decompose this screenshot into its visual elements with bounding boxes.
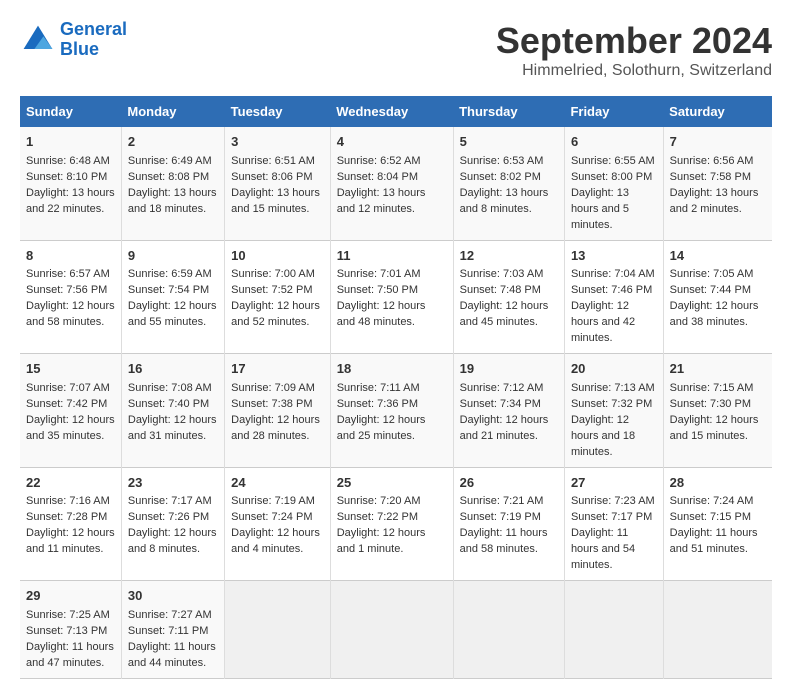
day-number: 25	[337, 474, 447, 493]
day-number: 26	[460, 474, 558, 493]
calendar-cell	[564, 581, 663, 679]
calendar-cell: 22Sunrise: 7:16 AM Sunset: 7:28 PM Dayli…	[20, 467, 121, 581]
calendar-week-row: 1Sunrise: 6:48 AM Sunset: 8:10 PM Daylig…	[20, 127, 772, 240]
calendar-cell	[453, 581, 564, 679]
calendar-cell: 2Sunrise: 6:49 AM Sunset: 8:08 PM Daylig…	[121, 127, 224, 240]
day-number: 1	[26, 133, 115, 152]
calendar-cell: 18Sunrise: 7:11 AM Sunset: 7:36 PM Dayli…	[330, 354, 453, 468]
title-section: September 2024 Himmelried, Solothurn, Sw…	[496, 20, 772, 80]
calendar-cell: 15Sunrise: 7:07 AM Sunset: 7:42 PM Dayli…	[20, 354, 121, 468]
day-number: 7	[670, 133, 766, 152]
day-number: 10	[231, 247, 324, 266]
header-row: Sunday Monday Tuesday Wednesday Thursday…	[20, 96, 772, 127]
calendar-cell: 7Sunrise: 6:56 AM Sunset: 7:58 PM Daylig…	[663, 127, 772, 240]
day-number: 20	[571, 360, 657, 379]
calendar-week-row: 22Sunrise: 7:16 AM Sunset: 7:28 PM Dayli…	[20, 467, 772, 581]
calendar-cell: 25Sunrise: 7:20 AM Sunset: 7:22 PM Dayli…	[330, 467, 453, 581]
calendar-cell: 26Sunrise: 7:21 AM Sunset: 7:19 PM Dayli…	[453, 467, 564, 581]
calendar-cell: 17Sunrise: 7:09 AM Sunset: 7:38 PM Dayli…	[225, 354, 331, 468]
calendar-cell: 28Sunrise: 7:24 AM Sunset: 7:15 PM Dayli…	[663, 467, 772, 581]
day-number: 8	[26, 247, 115, 266]
calendar-week-row: 29Sunrise: 7:25 AM Sunset: 7:13 PM Dayli…	[20, 581, 772, 679]
subtitle: Himmelried, Solothurn, Switzerland	[496, 62, 772, 80]
calendar-cell: 23Sunrise: 7:17 AM Sunset: 7:26 PM Dayli…	[121, 467, 224, 581]
day-number: 17	[231, 360, 324, 379]
header: General Blue September 2024 Himmelried, …	[20, 20, 772, 80]
page-container: General Blue September 2024 Himmelried, …	[20, 20, 772, 679]
day-number: 5	[460, 133, 558, 152]
day-number: 24	[231, 474, 324, 493]
day-number: 2	[128, 133, 218, 152]
day-number: 14	[670, 247, 766, 266]
day-number: 27	[571, 474, 657, 493]
day-number: 15	[26, 360, 115, 379]
calendar-cell: 6Sunrise: 6:55 AM Sunset: 8:00 PM Daylig…	[564, 127, 663, 240]
calendar-cell	[663, 581, 772, 679]
calendar-cell	[330, 581, 453, 679]
day-number: 6	[571, 133, 657, 152]
calendar-week-row: 8Sunrise: 6:57 AM Sunset: 7:56 PM Daylig…	[20, 240, 772, 354]
calendar-cell: 8Sunrise: 6:57 AM Sunset: 7:56 PM Daylig…	[20, 240, 121, 354]
calendar-cell: 30Sunrise: 7:27 AM Sunset: 7:11 PM Dayli…	[121, 581, 224, 679]
day-number: 19	[460, 360, 558, 379]
day-number: 12	[460, 247, 558, 266]
logo: General Blue	[20, 20, 127, 60]
calendar-cell: 1Sunrise: 6:48 AM Sunset: 8:10 PM Daylig…	[20, 127, 121, 240]
day-number: 16	[128, 360, 218, 379]
calendar-cell: 13Sunrise: 7:04 AM Sunset: 7:46 PM Dayli…	[564, 240, 663, 354]
calendar-cell	[225, 581, 331, 679]
day-number: 3	[231, 133, 324, 152]
col-monday: Monday	[121, 96, 224, 127]
col-saturday: Saturday	[663, 96, 772, 127]
calendar-cell: 3Sunrise: 6:51 AM Sunset: 8:06 PM Daylig…	[225, 127, 331, 240]
col-sunday: Sunday	[20, 96, 121, 127]
logo-icon	[20, 22, 56, 58]
logo-text: General Blue	[60, 20, 127, 60]
col-thursday: Thursday	[453, 96, 564, 127]
calendar-cell: 24Sunrise: 7:19 AM Sunset: 7:24 PM Dayli…	[225, 467, 331, 581]
day-number: 28	[670, 474, 766, 493]
day-number: 23	[128, 474, 218, 493]
calendar-cell: 21Sunrise: 7:15 AM Sunset: 7:30 PM Dayli…	[663, 354, 772, 468]
day-number: 29	[26, 587, 115, 606]
calendar-cell: 4Sunrise: 6:52 AM Sunset: 8:04 PM Daylig…	[330, 127, 453, 240]
day-number: 4	[337, 133, 447, 152]
calendar-cell: 14Sunrise: 7:05 AM Sunset: 7:44 PM Dayli…	[663, 240, 772, 354]
col-friday: Friday	[564, 96, 663, 127]
calendar-cell: 12Sunrise: 7:03 AM Sunset: 7:48 PM Dayli…	[453, 240, 564, 354]
day-number: 11	[337, 247, 447, 266]
calendar-cell: 5Sunrise: 6:53 AM Sunset: 8:02 PM Daylig…	[453, 127, 564, 240]
calendar-cell: 9Sunrise: 6:59 AM Sunset: 7:54 PM Daylig…	[121, 240, 224, 354]
calendar-cell: 10Sunrise: 7:00 AM Sunset: 7:52 PM Dayli…	[225, 240, 331, 354]
day-number: 30	[128, 587, 218, 606]
day-number: 22	[26, 474, 115, 493]
calendar-cell: 20Sunrise: 7:13 AM Sunset: 7:32 PM Dayli…	[564, 354, 663, 468]
calendar-cell: 19Sunrise: 7:12 AM Sunset: 7:34 PM Dayli…	[453, 354, 564, 468]
calendar-cell: 27Sunrise: 7:23 AM Sunset: 7:17 PM Dayli…	[564, 467, 663, 581]
day-number: 21	[670, 360, 766, 379]
day-number: 9	[128, 247, 218, 266]
col-wednesday: Wednesday	[330, 96, 453, 127]
day-number: 18	[337, 360, 447, 379]
calendar-table: Sunday Monday Tuesday Wednesday Thursday…	[20, 96, 772, 679]
day-number: 13	[571, 247, 657, 266]
calendar-cell: 29Sunrise: 7:25 AM Sunset: 7:13 PM Dayli…	[20, 581, 121, 679]
calendar-cell: 11Sunrise: 7:01 AM Sunset: 7:50 PM Dayli…	[330, 240, 453, 354]
calendar-cell: 16Sunrise: 7:08 AM Sunset: 7:40 PM Dayli…	[121, 354, 224, 468]
calendar-week-row: 15Sunrise: 7:07 AM Sunset: 7:42 PM Dayli…	[20, 354, 772, 468]
col-tuesday: Tuesday	[225, 96, 331, 127]
main-title: September 2024	[496, 20, 772, 62]
